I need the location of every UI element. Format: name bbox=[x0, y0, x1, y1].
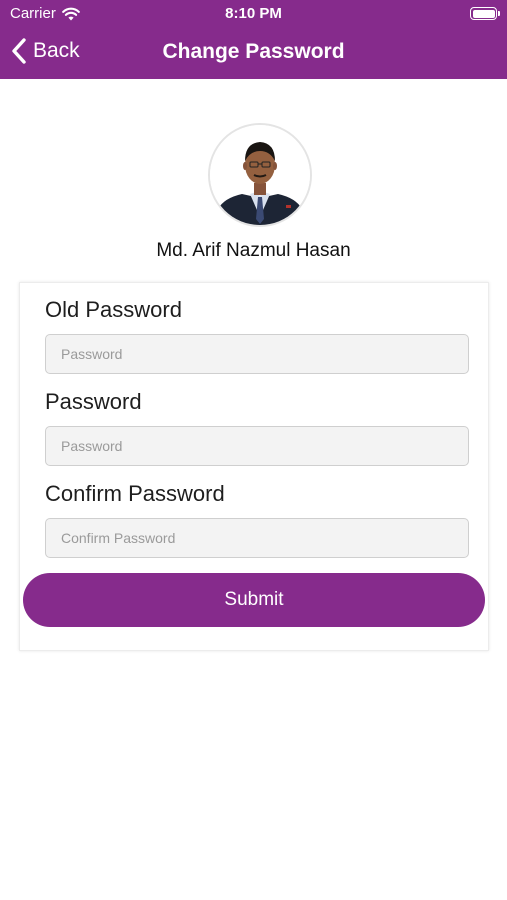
confirm-password-label: Confirm Password bbox=[45, 481, 225, 506]
status-bar: Carrier 8:10 PM bbox=[0, 0, 507, 28]
back-label: Back bbox=[33, 39, 80, 62]
old-password-label: Old Password bbox=[45, 297, 182, 322]
user-name: Md. Arif Nazmul Hasan bbox=[156, 240, 351, 261]
battery-icon bbox=[470, 7, 500, 20]
old-password-input[interactable] bbox=[45, 334, 469, 374]
password-label: Password bbox=[45, 389, 142, 414]
avatar bbox=[208, 123, 312, 227]
submit-button[interactable]: Submit bbox=[23, 573, 485, 627]
confirm-password-input[interactable] bbox=[45, 518, 469, 558]
profile-photo bbox=[210, 125, 310, 225]
chevron-left-icon bbox=[12, 38, 26, 64]
password-input[interactable] bbox=[45, 426, 469, 466]
back-button[interactable]: Back bbox=[10, 34, 80, 68]
status-time: 8:10 PM bbox=[225, 5, 282, 22]
navigation-bar: Carrier 8:10 PM Back Change Password bbox=[0, 0, 507, 79]
